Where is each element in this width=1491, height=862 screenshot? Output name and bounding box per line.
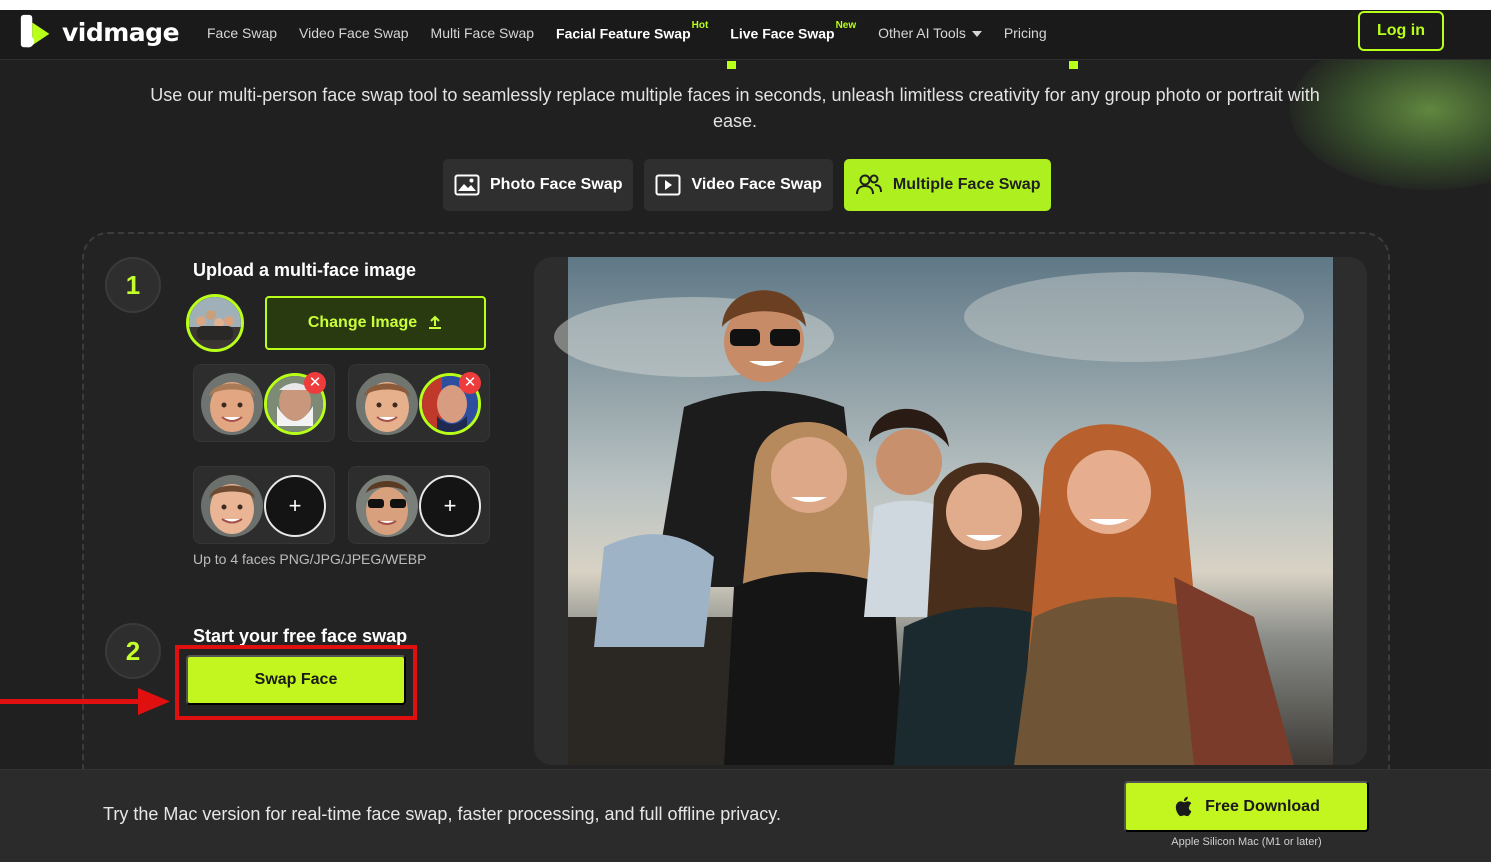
top-navbar: vidmage Face Swap Video Face Swap Multi …: [0, 10, 1491, 60]
nav-item-label: Other AI Tools: [878, 25, 966, 41]
nav-indicator-dot: [727, 61, 736, 69]
step-2-title: Start your free face swap: [193, 626, 408, 646]
nav-item-label: Video Face Swap: [299, 25, 409, 41]
change-image-label: Change Image: [307, 314, 418, 331]
add-target-face-3-button[interactable]: +: [264, 475, 326, 537]
nav-item-face-swap[interactable]: Face Swap: [207, 25, 277, 41]
page: vidmage Face Swap Video Face Swap Multi …: [0, 10, 1491, 862]
source-face-3: [201, 475, 263, 537]
nav-indicator-dot: [1069, 61, 1078, 69]
nav-item-other-ai-tools[interactable]: Other AI Tools: [878, 25, 982, 41]
nav-item-live-face-swap[interactable]: Live Face SwapNew: [730, 20, 856, 42]
nav-item-label: Facial Feature Swap: [556, 25, 691, 42]
tab-multiple-face-swap[interactable]: Multiple Face Swap: [843, 159, 1052, 211]
login-button[interactable]: Log in: [1358, 11, 1444, 51]
step-2-badge: 2: [105, 623, 161, 679]
source-face-4: [356, 475, 418, 537]
hero-subtitle: Use our multi-person face swap tool to s…: [150, 85, 1320, 131]
tab-photo-face-swap[interactable]: Photo Face Swap: [443, 159, 634, 211]
logo[interactable]: vidmage: [18, 13, 180, 51]
nav-links: Face Swap Video Face Swap Multi Face Swa…: [207, 10, 1047, 56]
face-pair-1: ✕: [193, 364, 335, 442]
step-1-title: Upload a multi-face image: [193, 260, 417, 280]
change-image-button[interactable]: Change Image: [265, 296, 486, 350]
play-icon: [655, 174, 681, 196]
nav-item-label: Face Swap: [207, 25, 278, 41]
download-requirement-note: Apple Silicon Mac (M1 or later): [1171, 836, 1322, 848]
nav-item-label: Multi Face Swap: [430, 25, 535, 41]
step-1-badge: 1: [105, 257, 161, 313]
new-badge: New: [835, 19, 857, 31]
brand-name: vidmage: [62, 17, 180, 47]
add-target-face-4-button[interactable]: +: [419, 475, 481, 537]
mode-tabs: Photo Face Swap Video Face Swap Multiple…: [443, 159, 1052, 211]
uploaded-image-thumbnail[interactable]: [186, 294, 244, 352]
face-pair-2: ✕: [348, 364, 490, 442]
free-download-button[interactable]: Free Download: [1124, 781, 1369, 832]
remove-face-1-button[interactable]: ✕: [304, 372, 326, 394]
vidmage-logo-icon: [20, 14, 50, 48]
image-preview: [534, 257, 1367, 765]
mac-promo-text: Try the Mac version for real-time face s…: [103, 804, 781, 824]
free-download-label: Free Download: [1205, 797, 1320, 815]
remove-face-2-button[interactable]: ✕: [459, 372, 481, 394]
tab-video-face-swap[interactable]: Video Face Swap: [644, 159, 833, 211]
group-photo-thumbnail: [189, 297, 241, 349]
upload-hint: Up to 4 faces PNG/JPG/JPEG/WEBP: [193, 551, 427, 567]
users-icon: [855, 174, 882, 195]
face-pair-4: +: [348, 466, 490, 544]
image-icon: [454, 174, 480, 196]
upload-icon: [429, 315, 442, 329]
mac-promo-banner: Try the Mac version for real-time face s…: [0, 769, 1491, 862]
annotation-arrow-icon: [0, 688, 170, 715]
apple-icon: [1176, 796, 1192, 817]
tab-label: Video Face Swap: [691, 176, 822, 193]
source-face-2: [356, 373, 418, 435]
nav-item-video-face-swap[interactable]: Video Face Swap: [299, 25, 408, 41]
tab-label: Multiple Face Swap: [892, 176, 1041, 193]
nav-item-pricing[interactable]: Pricing: [1004, 25, 1047, 41]
nav-item-multi-face-swap[interactable]: Multi Face Swap: [431, 25, 534, 41]
nav-item-label: Pricing: [1003, 25, 1047, 41]
hot-badge: Hot: [691, 19, 709, 31]
caret-down-icon: [971, 31, 982, 38]
tab-label: Photo Face Swap: [490, 176, 623, 193]
source-face-1: [201, 373, 263, 435]
nav-item-label: Live Face Swap: [730, 25, 835, 42]
nav-item-facial-feature-swap[interactable]: Facial Feature SwapHot: [556, 20, 708, 42]
annotation-highlight-box: [175, 645, 417, 720]
face-pair-3: +: [193, 466, 335, 544]
group-photo-preview: [534, 257, 1367, 765]
